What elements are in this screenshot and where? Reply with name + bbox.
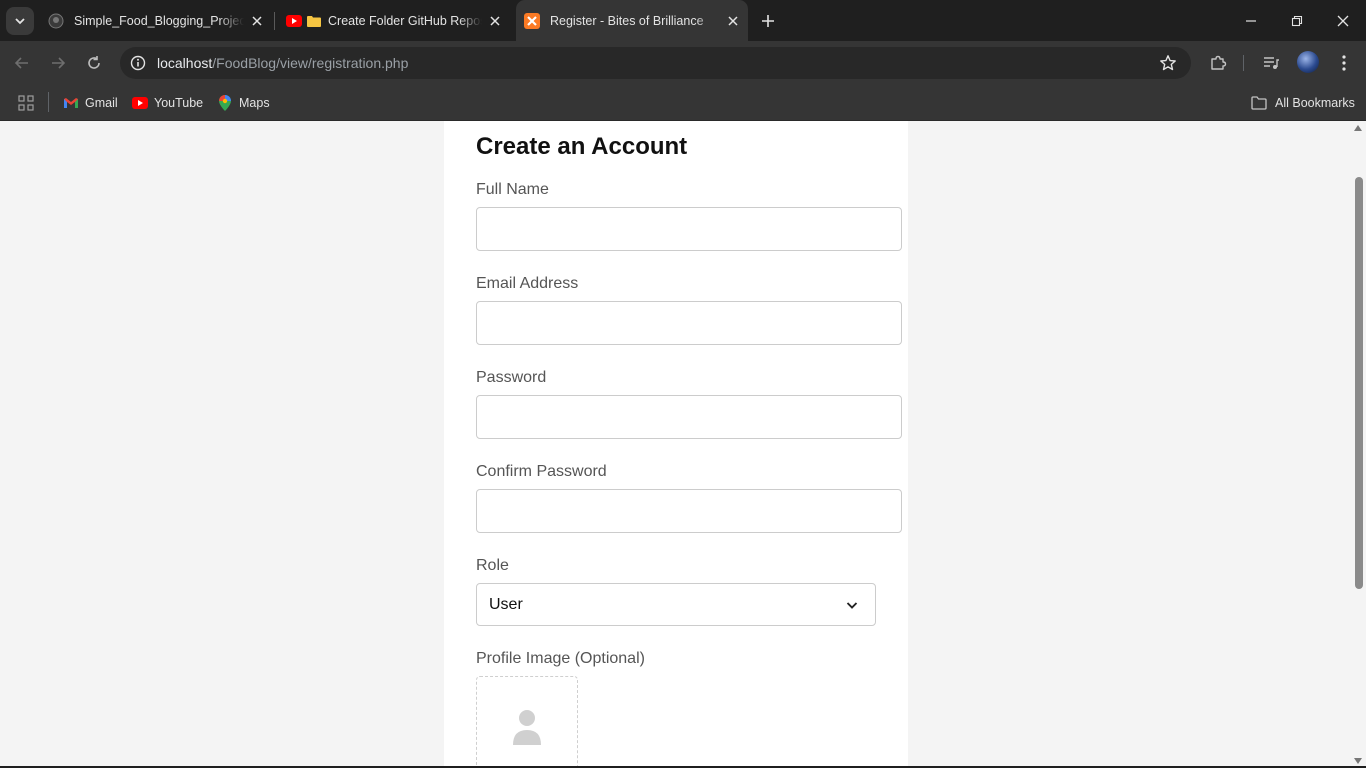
tab-separator (274, 12, 275, 30)
close-icon[interactable] (724, 12, 742, 30)
reload-button[interactable] (80, 49, 108, 77)
tab-strip: Simple_Food_Blogging_Project/ Create Fol… (0, 0, 1366, 41)
youtube-icon (286, 13, 302, 29)
tab-title: Simple_Food_Blogging_Project/ (74, 13, 244, 28)
tab-title: Register - Bites of Brilliance (550, 13, 704, 28)
bookmarks-bar: Gmail YouTube Maps All Bookmarks (0, 85, 1366, 121)
profile-image-label: Profile Image (Optional) (476, 650, 645, 667)
github-icon (48, 13, 64, 29)
scroll-up-arrow-icon[interactable] (1354, 125, 1362, 131)
chevron-down-icon (846, 602, 858, 609)
reload-icon (88, 56, 100, 69)
profile-image-upload[interactable] (476, 676, 578, 768)
apps-grid-icon (18, 95, 34, 111)
extensions-button[interactable] (1204, 49, 1232, 77)
bookmark-label: YouTube (154, 96, 204, 110)
more-vert-icon (1342, 55, 1346, 71)
bookmark-label: Maps (239, 96, 270, 110)
bookmarks-separator (48, 92, 49, 112)
tab-create-folder[interactable]: Create Folder GitHub Repos (278, 0, 510, 41)
apps-button[interactable] (18, 92, 34, 114)
all-bookmarks-label: All Bookmarks (1275, 96, 1355, 110)
bookmark-label: Gmail (85, 96, 118, 110)
tab-title: Create Folder GitHub Repos (328, 13, 482, 28)
close-icon (1337, 15, 1349, 26)
password-input[interactable] (476, 395, 902, 439)
profile-avatar[interactable] (1297, 51, 1319, 73)
puzzle-icon (1211, 55, 1227, 70)
minimize-button[interactable] (1228, 0, 1274, 41)
back-button[interactable] (8, 49, 36, 77)
all-bookmarks-button[interactable]: All Bookmarks (1251, 92, 1355, 114)
folder-icon (306, 13, 322, 29)
url-path: /FoodBlog/view/registration.php (212, 55, 409, 71)
bookmark-star-icon[interactable] (1159, 54, 1177, 72)
forward-button[interactable] (44, 49, 72, 77)
plus-icon (762, 15, 774, 27)
page-scrollbar[interactable] (1351, 121, 1366, 768)
email-label: Email Address (476, 275, 579, 292)
chevron-down-icon (15, 18, 25, 25)
tab-github[interactable]: Simple_Food_Blogging_Project/ (40, 0, 272, 41)
tab-register-active[interactable]: Register - Bites of Brilliance (516, 0, 748, 41)
restore-button[interactable] (1274, 0, 1320, 41)
tab-search-button[interactable] (6, 7, 34, 35)
folder-icon (1251, 95, 1267, 111)
person-placeholder-icon (513, 710, 541, 745)
email-input[interactable] (476, 301, 902, 345)
bookmark-youtube[interactable]: YouTube (132, 92, 203, 114)
full-name-input[interactable] (476, 207, 902, 251)
new-tab-button[interactable] (757, 10, 779, 32)
scrollbar-thumb[interactable] (1355, 177, 1363, 589)
media-controls-button[interactable] (1257, 49, 1285, 77)
back-arrow-icon (14, 57, 28, 69)
role-label: Role (476, 557, 509, 574)
close-icon[interactable] (248, 12, 266, 30)
page-title: Create an Account (476, 133, 688, 160)
registration-card: Create an Account Full Name Email Addres… (444, 121, 908, 768)
minimize-icon (1246, 19, 1256, 22)
restore-icon (1291, 15, 1303, 26)
url-host: localhost (157, 55, 213, 71)
role-selected-value: User (489, 595, 523, 613)
toolbar-divider (1243, 55, 1244, 71)
confirm-password-label: Confirm Password (476, 463, 607, 480)
bookmark-gmail[interactable]: Gmail (63, 92, 118, 114)
password-label: Password (476, 369, 547, 386)
confirm-password-input[interactable] (476, 489, 902, 533)
close-icon[interactable] (486, 12, 504, 30)
page-viewport: Create an Account Full Name Email Addres… (0, 121, 1366, 768)
browser-toolbar: localhost/FoodBlog/view/registration.php (0, 41, 1366, 85)
menu-button[interactable] (1330, 49, 1358, 77)
forward-arrow-icon (52, 57, 66, 69)
playlist-icon (1264, 57, 1279, 69)
address-bar[interactable]: localhost/FoodBlog/view/registration.php (120, 47, 1191, 79)
xampp-icon (524, 12, 540, 29)
url-text: localhost/FoodBlog/view/registration.php (157, 55, 408, 71)
full-name-label: Full Name (476, 181, 549, 198)
maps-icon (217, 95, 233, 111)
gmail-icon (63, 95, 79, 111)
site-info-icon[interactable] (128, 53, 148, 73)
scroll-down-arrow-icon[interactable] (1354, 758, 1362, 764)
window-controls (1228, 0, 1366, 41)
close-window-button[interactable] (1320, 0, 1366, 41)
bookmark-maps[interactable]: Maps (217, 92, 270, 114)
youtube-icon (132, 95, 148, 111)
role-select[interactable]: User (476, 583, 876, 626)
